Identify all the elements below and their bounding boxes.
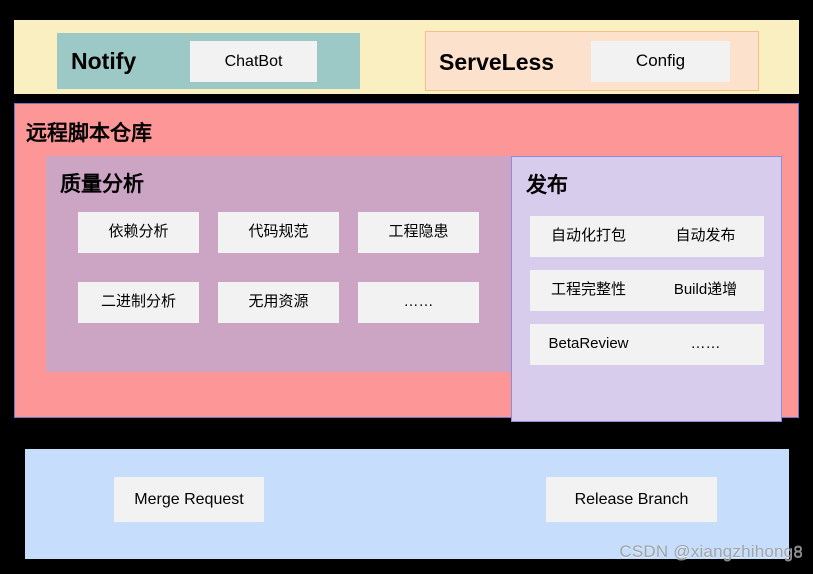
watermark: CSDN @xiangzhihong8	[619, 542, 803, 561]
quality-tile-more[interactable]: ……	[358, 282, 479, 323]
serveless-group: ServeLess Config	[425, 31, 759, 91]
publish-tile-project-integrity[interactable]: 工程完整性	[530, 270, 647, 311]
quality-analysis-title: 质量分析	[60, 173, 144, 196]
publish-tile-auto-release[interactable]: 自动发布	[647, 216, 764, 257]
merge-request-tile[interactable]: Merge Request	[114, 477, 264, 522]
quality-tile-code-standard[interactable]: 代码规范	[218, 212, 339, 253]
publish-tile-automated-packaging[interactable]: 自动化打包	[530, 216, 647, 257]
quality-tile-binary-analysis[interactable]: 二进制分析	[78, 282, 199, 323]
chatbot-tile[interactable]: ChatBot	[190, 41, 317, 82]
quality-tile-unused-resources[interactable]: 无用资源	[218, 282, 339, 323]
quality-tile-engineering-risk[interactable]: 工程隐患	[358, 212, 479, 253]
publish-tile-more[interactable]: ……	[647, 324, 764, 365]
notify-group: Notify ChatBot	[57, 33, 360, 89]
notify-group-label: Notify	[71, 48, 137, 74]
publish-tile-beta-review[interactable]: BetaReview	[530, 324, 647, 365]
remote-script-repository-panel: 远程脚本仓库 质量分析 依赖分析 代码规范 工程隐患 二进制分析 无用资源 ………	[14, 103, 799, 422]
top-services-band: Notify ChatBot ServeLess Config	[14, 20, 799, 94]
publish-panel: 发布 自动化打包 自动发布 工程完整性 Build递增 BetaReview ……	[511, 156, 782, 422]
serveless-group-label: ServeLess	[439, 49, 555, 75]
quality-analysis-panel: 质量分析 依赖分析 代码规范 工程隐患 二进制分析 无用资源 ……	[46, 156, 526, 372]
release-branch-tile[interactable]: Release Branch	[546, 477, 717, 522]
publish-tile-build-increment[interactable]: Build递增	[647, 270, 764, 311]
config-tile[interactable]: Config	[591, 41, 730, 82]
publish-title: 发布	[526, 174, 568, 197]
quality-tile-dependency-analysis[interactable]: 依赖分析	[78, 212, 199, 253]
remote-script-repository-title: 远程脚本仓库	[26, 122, 152, 145]
